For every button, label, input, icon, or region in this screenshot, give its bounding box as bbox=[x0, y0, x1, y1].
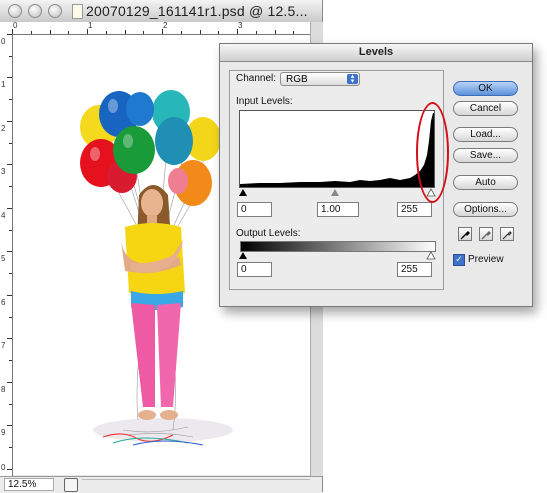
ruler-top-number: 3 bbox=[238, 21, 243, 30]
ruler-top-number: 2 bbox=[163, 21, 168, 30]
close-window-button[interactable] bbox=[8, 4, 22, 18]
save-button[interactable]: Save... bbox=[453, 148, 518, 163]
document-file-icon bbox=[72, 4, 83, 19]
levels-dialog: Levels Channel: RGB ▴ ▾ Input Levels: 0 1… bbox=[219, 43, 533, 307]
ruler-left-number: 3 bbox=[1, 167, 6, 176]
output-sliders bbox=[239, 251, 436, 260]
minimize-window-button[interactable] bbox=[28, 4, 42, 18]
gray-eyedropper-icon[interactable] bbox=[479, 227, 493, 241]
channel-select[interactable]: RGB ▴ ▾ bbox=[280, 72, 360, 86]
load-button[interactable]: Load... bbox=[453, 127, 518, 142]
ruler-left-number: 5 bbox=[1, 254, 6, 263]
info-menu-icon[interactable] bbox=[64, 478, 78, 492]
input-sliders bbox=[239, 188, 436, 197]
preview-checkbox[interactable]: ✓ bbox=[453, 254, 465, 266]
ruler-top-number: 0 bbox=[13, 21, 18, 30]
channel-label: Channel: bbox=[236, 73, 277, 84]
auto-button[interactable]: Auto bbox=[453, 175, 518, 190]
ruler-left-number: 7 bbox=[1, 341, 6, 350]
input-white-field[interactable]: 255 bbox=[397, 202, 432, 217]
histogram bbox=[239, 110, 435, 188]
histogram-graph bbox=[240, 113, 434, 187]
output-white-field[interactable]: 255 bbox=[397, 262, 432, 277]
popup-arrows-icon: ▴ ▾ bbox=[347, 73, 358, 85]
gamma-slider[interactable] bbox=[331, 189, 339, 196]
channel-value: RGB bbox=[286, 74, 308, 85]
vertical-ruler[interactable]: 0 1 2 3 4 5 6 7 8 9 0 bbox=[0, 34, 13, 476]
ruler-left-number: 4 bbox=[1, 211, 6, 220]
ruler-left-number: 8 bbox=[1, 385, 6, 394]
red-highlight-ellipse bbox=[416, 102, 449, 203]
ruler-left-number: 0 bbox=[1, 37, 6, 46]
input-levels-label: Input Levels: bbox=[236, 96, 293, 107]
output-white-slider[interactable] bbox=[426, 251, 436, 260]
output-black-field[interactable]: 0 bbox=[237, 262, 272, 277]
ruler-left-number: 0 bbox=[1, 463, 6, 472]
horizontal-ruler[interactable]: 0 1 2 3 bbox=[12, 22, 310, 35]
ruler-left-number: 2 bbox=[1, 124, 6, 133]
output-levels-label: Output Levels: bbox=[236, 228, 301, 239]
document-titlebar[interactable]: 20070129_161141r1.psd @ 12.5... bbox=[0, 0, 322, 23]
ruler-left-number: 9 bbox=[1, 428, 6, 437]
zoom-level-field[interactable]: 12.5% bbox=[4, 478, 54, 491]
status-bar: 12.5% bbox=[0, 476, 322, 493]
ruler-top-number: 1 bbox=[88, 21, 93, 30]
status-divider bbox=[82, 479, 310, 491]
preview-label: Preview bbox=[468, 254, 504, 265]
cancel-button[interactable]: Cancel bbox=[453, 101, 518, 116]
input-black-field[interactable]: 0 bbox=[237, 202, 272, 217]
levels-dialog-title[interactable]: Levels bbox=[220, 44, 532, 62]
black-point-slider[interactable] bbox=[239, 189, 247, 196]
input-gamma-field[interactable]: 1.00 bbox=[317, 202, 359, 217]
ruler-left-number: 6 bbox=[1, 298, 6, 307]
ok-button[interactable]: OK bbox=[453, 81, 518, 96]
options-button[interactable]: Options... bbox=[453, 202, 518, 217]
zoom-window-button[interactable] bbox=[48, 4, 62, 18]
black-eyedropper-icon[interactable] bbox=[458, 227, 472, 241]
ruler-left-number: 1 bbox=[1, 80, 6, 89]
white-eyedropper-icon[interactable] bbox=[500, 227, 514, 241]
output-black-slider[interactable] bbox=[239, 252, 247, 259]
document-title: 20070129_161141r1.psd @ 12.5... bbox=[86, 3, 308, 19]
